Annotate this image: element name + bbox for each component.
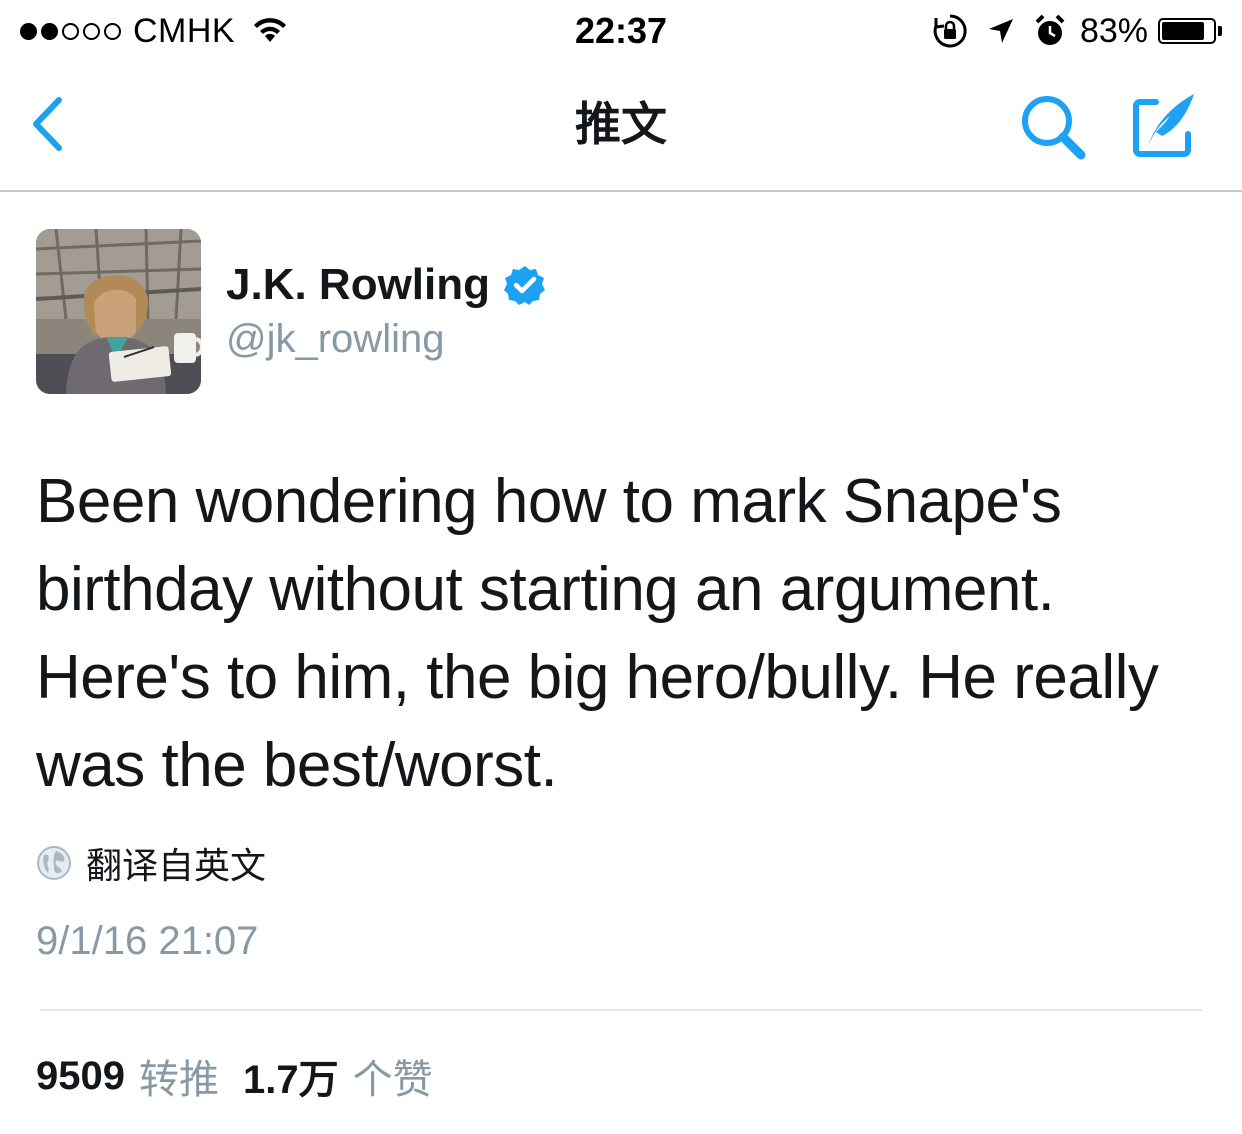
- retweets-stat[interactable]: 9509 转推: [36, 1047, 219, 1105]
- author-avatar[interactable]: [36, 229, 201, 394]
- translate-button[interactable]: 翻译自英文: [36, 840, 266, 886]
- alarm-clock-icon: [1035, 14, 1065, 45]
- status-bar: CMHK 22:37 83%: [0, 0, 1242, 62]
- divider: [40, 1009, 1202, 1011]
- status-right: 83%: [932, 10, 1222, 52]
- battery-fill: [1162, 22, 1204, 40]
- search-button[interactable]: [1018, 92, 1088, 162]
- tweet-detail-screen: CMHK 22:37 83% 推文 J.K. Rowling @jk_rowli…: [0, 0, 1242, 1134]
- globe-icon: [37, 846, 71, 880]
- location-arrow-icon: [988, 19, 1013, 43]
- avatar-image: [36, 229, 201, 394]
- author-name-text: J.K. Rowling: [226, 260, 490, 309]
- verified-badge-icon: [504, 266, 545, 305]
- orientation-lock-icon: [933, 14, 967, 48]
- battery-tip: [1218, 26, 1222, 36]
- engagement-stats: 9509 转推 1.7万 个赞: [36, 1048, 433, 1104]
- search-icon: [1022, 96, 1086, 160]
- tweet-text: Been wondering how to mark Snape's birth…: [36, 467, 1159, 800]
- compose-tweet-button[interactable]: [1128, 88, 1202, 162]
- retweet-label: 转推: [138, 1058, 219, 1102]
- like-label: 个赞: [352, 1058, 433, 1102]
- battery-percent: 83%: [1079, 11, 1148, 50]
- battery-icon: [1158, 18, 1216, 44]
- translate-label: 翻译自英文: [86, 845, 267, 886]
- author-handle[interactable]: @jk_rowling: [226, 314, 444, 364]
- like-count: 1.7万: [242, 1058, 339, 1102]
- likes-stat[interactable]: 1.7万 个赞: [243, 1047, 433, 1105]
- author-name[interactable]: J.K. Rowling: [226, 258, 546, 312]
- retweet-count: 9509: [36, 1053, 125, 1098]
- compose-icon: [1133, 94, 1194, 157]
- navigation-bar: 推文: [0, 62, 1242, 192]
- tweet-timestamp: 9/1/16 21:07: [36, 919, 259, 963]
